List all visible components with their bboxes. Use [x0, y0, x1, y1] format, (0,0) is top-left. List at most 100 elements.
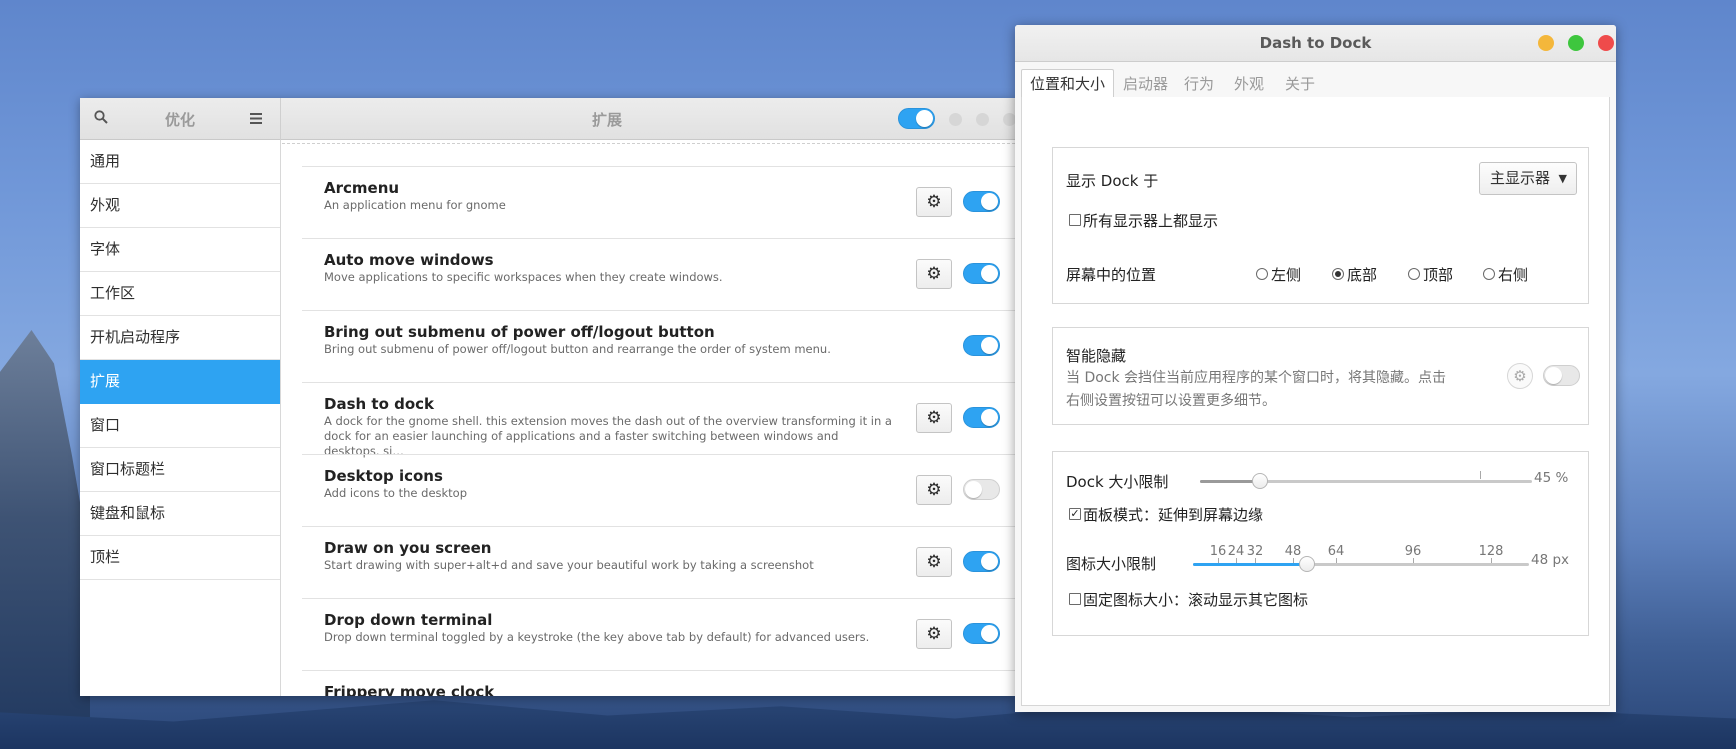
tweaks-window: 优化 扩展 通用 外观 字体 工作区 开机启动程序 扩展 窗口 窗口标题栏 键盘和鼠标 顶栏 Ar… — [80, 98, 1015, 696]
icon-size-tick-label: 96 — [1404, 544, 1422, 559]
extensions-panel: Arcmenu An application menu for gnome ⚙ Aut… — [282, 140, 1015, 696]
icon-size-slider-knob[interactable] — [1299, 556, 1316, 572]
gear-icon[interactable]: ⚙ — [916, 403, 952, 433]
extension-description: Start drawing with super+alt+d and save … — [324, 558, 814, 572]
icon-size-label: 图标大小限制 — [1066, 555, 1157, 573]
extension-description: An application menu for gnome — [324, 198, 506, 212]
dock-size-slider-knob[interactable] — [1251, 473, 1268, 489]
toggle-switch[interactable] — [963, 191, 1000, 212]
search-icon-glyph — [94, 110, 108, 124]
gear-icon[interactable]: ⚙ — [1507, 363, 1533, 389]
gear-icon[interactable]: ⚙ — [916, 475, 952, 505]
icon-size-value: 48 px — [1531, 552, 1570, 568]
sidebar-item[interactable]: 窗口 — [80, 404, 280, 448]
extension-toggle[interactable] — [963, 479, 1000, 500]
gear-icon[interactable]: ⚙ — [916, 259, 952, 289]
position-radio-label: 底部 — [1347, 266, 1378, 284]
tab[interactable]: 外观 — [1226, 70, 1272, 98]
position-radio[interactable] — [1483, 268, 1495, 280]
toggle-switch[interactable] — [963, 335, 1000, 356]
icon-size-slider[interactable] — [1193, 563, 1529, 566]
extension-toggle[interactable] — [963, 335, 1000, 356]
position-size-page: 显示 Dock 于 主显示器 ▼ 所有显示器上都显示 屏幕中的位置 左侧 底部 顶部… — [1021, 97, 1610, 706]
toggle-switch[interactable] — [963, 479, 1000, 500]
extension-toggle[interactable] — [963, 623, 1000, 644]
extension-name: Drop down terminal — [324, 611, 493, 629]
scroll-edge — [282, 140, 1015, 144]
toggle-switch[interactable] — [963, 407, 1000, 428]
sidebar-item[interactable]: 开机启动程序 — [80, 316, 280, 360]
extension-toggle[interactable] — [963, 551, 1000, 572]
toggle-switch[interactable] — [963, 551, 1000, 572]
dock-size-label: Dock 大小限制 — [1066, 473, 1169, 491]
sidebar-header: 优化 — [80, 98, 281, 140]
sidebar-item[interactable]: 外观 — [80, 184, 280, 228]
extension-toggle[interactable] — [963, 407, 1000, 428]
extension-description: Drop down terminal toggled by a keystrok… — [324, 630, 870, 644]
close-button[interactable] — [1003, 113, 1015, 126]
sidebar-item[interactable]: 窗口标题栏 — [80, 448, 280, 492]
sidebar-item[interactable]: 键盘和鼠标 — [80, 492, 280, 536]
dock-size-slider[interactable] — [1200, 480, 1532, 483]
screen-position-label: 屏幕中的位置 — [1066, 266, 1157, 284]
intellihide-toggle[interactable] — [1543, 365, 1580, 386]
maximize-button[interactable] — [976, 113, 989, 126]
toggle-switch[interactable] — [963, 263, 1000, 284]
fixed-icon-checkbox[interactable] — [1069, 593, 1081, 605]
extension-row: Frippery move clock — [302, 670, 1015, 696]
extension-toggle[interactable] — [963, 191, 1000, 212]
icon-size-tick-label: 32 — [1246, 544, 1264, 559]
extension-name: Frippery move clock — [324, 683, 495, 696]
icon-size-tick-label: 128 — [1478, 544, 1504, 559]
intellihide-description-line1: 当 Dock 会挡住当前应用程序的某个窗口时，将其隐藏。点击 — [1066, 370, 1447, 386]
toggle-switch[interactable] — [963, 623, 1000, 644]
tab[interactable]: 行为 — [1176, 70, 1222, 98]
extension-description: Add icons to the desktop — [324, 486, 468, 500]
wallpaper-mountain-left — [0, 330, 90, 749]
position-radio-label: 顶部 — [1423, 266, 1454, 284]
extension-name: Dash to dock — [324, 395, 435, 413]
size-frame: Dock 大小限制 45 % ✓ 面板模式：延伸到屏幕边缘 图标大小限制 16 2… — [1052, 451, 1589, 636]
maximize-button[interactable] — [1568, 35, 1584, 51]
sidebar-item[interactable]: 字体 — [80, 228, 280, 272]
position-radio[interactable] — [1408, 268, 1420, 280]
gear-icon[interactable]: ⚙ — [916, 187, 952, 217]
minimize-button[interactable] — [1538, 35, 1554, 51]
extension-name: Bring out submenu of power off/logout bu… — [324, 323, 715, 341]
hamburger-icon[interactable] — [246, 109, 266, 129]
extension-row: Bring out submenu of power off/logout bu… — [302, 310, 1015, 382]
window-title: Dash to Dock — [1259, 34, 1372, 52]
sidebar-item[interactable]: 顶栏 — [80, 536, 280, 580]
position-radio-label: 左侧 — [1271, 266, 1302, 284]
dock-size-value: 45 % — [1534, 470, 1569, 486]
toggle-switch[interactable] — [1543, 365, 1580, 386]
tab[interactable]: 位置和大小 — [1021, 69, 1115, 99]
panel-mode-label: 面板模式：延伸到屏幕边缘 — [1083, 506, 1264, 524]
close-button[interactable] — [1598, 35, 1614, 51]
hamburger-icon-glyph — [250, 113, 262, 124]
sidebar-item[interactable]: 扩展 — [80, 360, 280, 404]
extension-name: Desktop icons — [324, 467, 443, 485]
gear-icon[interactable]: ⚙ — [916, 547, 952, 577]
search-icon[interactable] — [90, 108, 112, 130]
extension-row: Draw on you screen Start drawing with sup… — [302, 526, 1015, 598]
extensions-master-toggle[interactable] — [898, 108, 935, 129]
gear-icon[interactable]: ⚙ — [916, 619, 952, 649]
panel-mode-checkbox[interactable]: ✓ — [1069, 508, 1081, 520]
toggle-switch[interactable] — [898, 108, 935, 129]
extension-row: Dash to dock A dock for the gnome shell. … — [302, 382, 1015, 458]
triangle-down-icon: ▼ — [1558, 172, 1567, 185]
tab[interactable]: 启动器 — [1115, 70, 1176, 98]
tab[interactable]: 关于 — [1277, 70, 1323, 98]
position-frame: 显示 Dock 于 主显示器 ▼ 所有显示器上都显示 屏幕中的位置 左侧 底部 顶部… — [1052, 147, 1589, 304]
sidebar-item[interactable]: 通用 — [80, 140, 280, 184]
minimize-button[interactable] — [949, 113, 962, 126]
position-radio[interactable] — [1256, 268, 1268, 280]
extension-row: Drop down terminal Drop down terminal tog… — [302, 598, 1015, 670]
extension-toggle[interactable] — [963, 263, 1000, 284]
intellihide-description-line2: 右侧设置按钮可以设置更多细节。 — [1066, 393, 1276, 409]
all-monitors-checkbox[interactable] — [1069, 214, 1081, 226]
position-radio[interactable] — [1332, 268, 1344, 280]
monitor-dropdown[interactable]: 主显示器 ▼ — [1479, 162, 1577, 195]
sidebar-item[interactable]: 工作区 — [80, 272, 280, 316]
